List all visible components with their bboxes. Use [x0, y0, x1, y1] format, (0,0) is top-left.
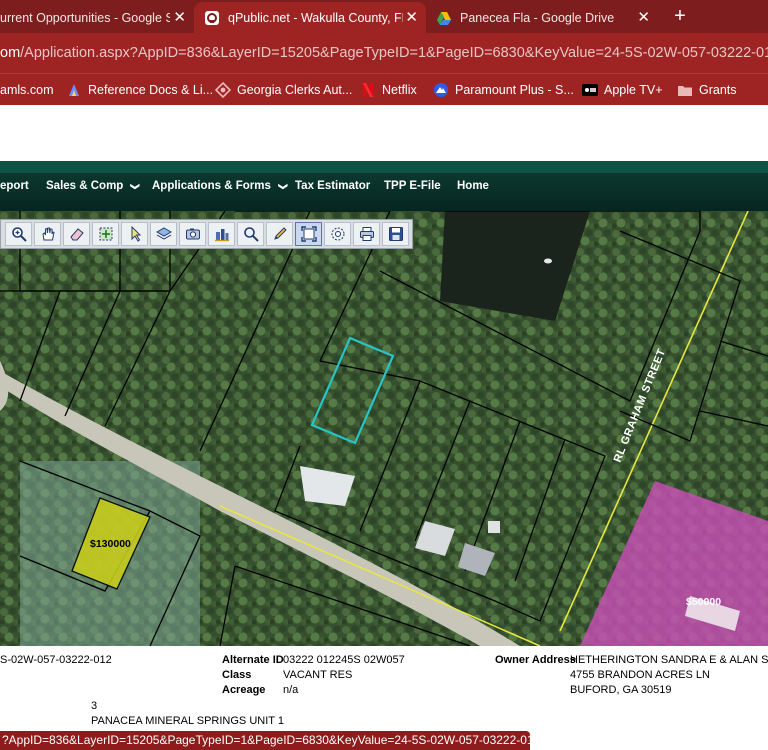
apple-tv-icon [582, 84, 598, 96]
bookmark-label: amls.com [0, 83, 54, 97]
alternate-id-value: 03222 012245S 02W057 [283, 654, 405, 666]
address-bar[interactable]: om/Application.aspx?AppID=836&LayerID=15… [0, 33, 768, 73]
chevron-down-icon: ❯ [130, 182, 141, 190]
nav-applications-forms[interactable]: Applications & Forms ❯ [152, 180, 289, 192]
find-magnifier-icon[interactable] [237, 222, 264, 246]
owner-address-label: Owner Address [495, 654, 576, 666]
owner-street: 4755 BRANDON ACRES LN [570, 669, 710, 681]
small-object [544, 258, 552, 264]
owner-name: HETHERINGTON SANDRA E & ALAN S [570, 654, 768, 666]
bookmark-label: Apple TV+ [604, 83, 663, 97]
save-disk-icon[interactable] [382, 222, 409, 246]
bookmark-label: Netflix [382, 83, 417, 97]
reference-docs-icon [69, 84, 79, 96]
folder-icon [678, 86, 692, 96]
nav-home[interactable]: Home [457, 180, 489, 192]
qpublic-favicon-icon [205, 10, 219, 25]
nav-tpp-efile[interactable]: TPP E-File [384, 180, 441, 192]
subdivision-name: PANACEA MINERAL SPRINGS UNIT 1 [91, 715, 284, 727]
url-host: om [0, 45, 21, 61]
tab-title: qPublic.net - Wakulla County, FL [228, 10, 403, 25]
full-extent-icon[interactable] [295, 222, 322, 246]
aerial-map-canvas[interactable]: RL GRAHAM STREET $130000 $50000 [0, 211, 768, 646]
paramount-icon [434, 83, 448, 97]
nav-label: Home [457, 180, 489, 192]
bookmark-label: Reference Docs & Li... [88, 83, 214, 97]
close-icon[interactable]: ✕ [637, 8, 650, 26]
shed-roof [488, 521, 500, 533]
camera-icon[interactable] [179, 222, 206, 246]
map-toolbar [0, 219, 413, 249]
google-drive-icon [437, 11, 451, 25]
value-label-50000: $50000 [686, 596, 721, 608]
bookmark-label: Georgia Clerks Aut... [237, 83, 353, 97]
nav-tax-estimator[interactable]: Tax Estimator [295, 180, 370, 192]
status-url-bar: ?AppID=836&LayerID=15205&PageTypeID=1&Pa… [0, 731, 530, 750]
alternate-id-label: Alternate ID [222, 654, 284, 666]
tab-google-drive[interactable]: Panecea Fla - Google Drive ✕ [426, 2, 658, 33]
parcel-map[interactable]: RL GRAHAM STREET $130000 $50000 [0, 211, 768, 646]
identify-pointer-icon[interactable] [121, 222, 148, 246]
url-path: /Application.aspx?AppID=836&LayerID=1520… [20, 45, 768, 61]
value-label-130000: $130000 [90, 538, 131, 550]
bookmark-grants[interactable]: Grants [677, 80, 737, 100]
class-label: Class [222, 669, 252, 681]
close-icon[interactable]: ✕ [405, 8, 418, 26]
close-icon[interactable]: ✕ [173, 8, 186, 26]
tab-title: Panecea Fla - Google Drive [460, 10, 615, 25]
layers-icon[interactable] [150, 222, 177, 246]
chevron-down-icon: ❯ [278, 182, 289, 190]
nav-report[interactable]: eport [0, 180, 29, 192]
bookmark-netflix[interactable]: Netflix [360, 80, 417, 100]
tab-qpublic[interactable]: qPublic.net - Wakulla County, FL ✕ [194, 2, 426, 33]
tab-bar: urrent Opportunities - Google S ✕ qPubli… [0, 0, 768, 33]
nav-top-strip [0, 161, 768, 173]
owner-city: BUFORD, GA 30519 [570, 684, 672, 696]
nav-label: Tax Estimator [295, 180, 371, 192]
netflix-icon [363, 83, 373, 97]
draw-pencil-icon[interactable] [266, 222, 293, 246]
site-navigation: eport Sales & Comp ❯ Applications & Form… [0, 161, 768, 211]
bookmark-label: Paramount Plus - S... [455, 83, 574, 97]
nav-sales-comp[interactable]: Sales & Comp ❯ [46, 180, 141, 192]
page-header-area [0, 105, 768, 161]
tab-title: urrent Opportunities - Google S [0, 10, 170, 25]
buildings-icon[interactable] [208, 222, 235, 246]
georgia-clerks-icon [215, 82, 231, 98]
bookmark-label: Grants [699, 83, 737, 97]
pan-hand-icon[interactable] [34, 222, 61, 246]
nav-label: TPP E-File [384, 180, 441, 192]
bookmarks-bar: amls.com Reference Docs & Li... Georgia … [0, 73, 768, 105]
lot-number: 3 [91, 700, 98, 712]
url-field[interactable]: om/Application.aspx?AppID=836&LayerID=15… [0, 42, 768, 64]
browser-window: urrent Opportunities - Google S ✕ qPubli… [0, 0, 768, 750]
class-value: VACANT RES [283, 669, 353, 681]
nav-label: eport [0, 180, 29, 192]
tab-opportunities[interactable]: urrent Opportunities - Google S ✕ [0, 2, 194, 33]
eraser-icon[interactable] [63, 222, 90, 246]
buffer-icon[interactable] [324, 222, 351, 246]
zoom-in-icon[interactable] [5, 222, 32, 246]
bookmark-reference-docs[interactable]: Reference Docs & Li... [66, 80, 213, 100]
parcel-id: S-02W-057-03222-012 [0, 654, 112, 666]
bookmark-paramount[interactable]: Paramount Plus - S... [433, 80, 574, 100]
bookmark-georgia-clerks[interactable]: Georgia Clerks Aut... [215, 80, 352, 100]
acreage-value: n/a [283, 684, 299, 696]
new-tab-button[interactable]: + [670, 4, 690, 28]
nav-label: Applications & Forms [152, 180, 271, 192]
nav-label: Sales & Comp [46, 180, 124, 192]
acreage-label: Acreage [222, 684, 266, 696]
print-icon[interactable] [353, 222, 380, 246]
select-rectangle-icon[interactable] [92, 222, 119, 246]
bookmark-apple-tv[interactable]: Apple TV+ [582, 80, 663, 100]
bookmark-amls[interactable]: amls.com [0, 80, 53, 100]
